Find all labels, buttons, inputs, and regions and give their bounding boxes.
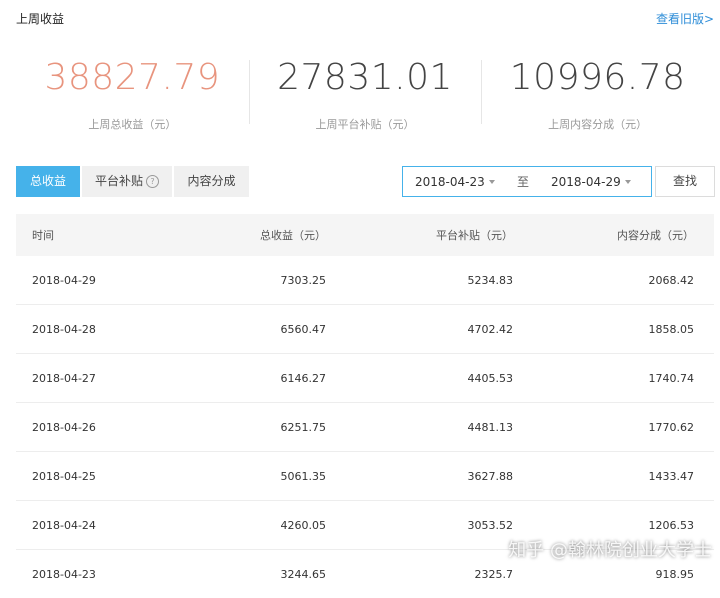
- cell-share: 1433.47: [648, 469, 695, 483]
- start-date-field[interactable]: 2018-04-23: [415, 175, 485, 189]
- help-icon[interactable]: ?: [146, 175, 159, 188]
- cell-subsidy: 4481.13: [467, 420, 514, 434]
- cell-total: 6560.47: [280, 322, 327, 336]
- cell-date: 2018-04-26: [32, 420, 96, 434]
- tab-platform-subsidy[interactable]: 平台补贴?: [82, 166, 172, 197]
- chevron-down-icon[interactable]: [625, 180, 631, 184]
- watermark: 知乎 @翰林院创业大学士: [508, 540, 712, 561]
- chevron-down-icon[interactable]: [489, 180, 495, 184]
- table-row: 2018-04-29 7303.25 5234.83 2068.42: [16, 256, 714, 305]
- cell-date: 2018-04-24: [32, 518, 96, 532]
- cell-total: 3244.65: [280, 567, 327, 581]
- cell-date: 2018-04-25: [32, 469, 96, 483]
- cell-subsidy: 3053.52: [467, 518, 514, 532]
- table-row: 2018-04-25 5061.35 3627.88 1433.47: [16, 452, 714, 501]
- column-header-subsidy: 平台补贴（元）: [436, 229, 513, 242]
- column-header-total: 总收益（元）: [260, 229, 326, 242]
- stat-total-income: 38827.79 上周总收益（元）: [16, 46, 249, 136]
- tab-label: 总收益: [29, 174, 66, 188]
- income-tabs: 总收益 平台补贴? 内容分成: [16, 166, 249, 197]
- column-header-date: 时间: [32, 229, 54, 242]
- cell-date: 2018-04-27: [32, 371, 96, 385]
- cell-subsidy: 2325.7: [474, 567, 514, 581]
- stat-value: 38827.79: [44, 57, 221, 98]
- stat-value: 27831.01: [277, 57, 453, 98]
- date-separator: 至: [517, 175, 530, 189]
- cell-subsidy: 4702.42: [467, 322, 514, 336]
- stat-label: 上周总收益（元）: [88, 118, 177, 131]
- table-row: 2018-04-28 6560.47 4702.42 1858.05: [16, 305, 714, 354]
- tab-total-income[interactable]: 总收益: [16, 166, 80, 197]
- cell-subsidy: 3627.88: [467, 469, 514, 483]
- cell-date: 2018-04-28: [32, 322, 96, 336]
- stat-content-share: 10996.78 上周内容分成（元）: [481, 46, 714, 136]
- date-range-picker[interactable]: 2018-04-23 至 2018-04-29: [402, 166, 652, 197]
- cell-total: 4260.05: [280, 518, 327, 532]
- table-header: 时间 总收益（元） 平台补贴（元） 内容分成（元）: [16, 214, 714, 256]
- stat-value: 10996.78: [509, 57, 686, 98]
- tab-label: 平台补贴: [94, 174, 143, 188]
- end-date-field[interactable]: 2018-04-29: [551, 175, 621, 189]
- table-row: 2018-04-26 6251.75 4481.13 1770.62: [16, 403, 714, 452]
- table-row: 2018-04-27 6146.27 4405.53 1740.74: [16, 354, 714, 403]
- cell-share: 1740.74: [648, 371, 695, 385]
- cell-date: 2018-04-29: [32, 273, 96, 287]
- cell-total: 5061.35: [280, 469, 327, 483]
- column-header-share: 内容分成（元）: [617, 229, 694, 242]
- summary-stats: 38827.79 上周总收益（元） 27831.01 上周平台补贴（元） 109…: [16, 46, 714, 136]
- stat-label: 上周平台补贴（元）: [315, 118, 415, 131]
- view-old-version-link[interactable]: 查看旧版>: [656, 10, 714, 27]
- search-button[interactable]: 查找: [655, 166, 715, 197]
- cell-subsidy: 5234.83: [467, 273, 514, 287]
- cell-share: 2068.42: [648, 273, 695, 287]
- stat-label: 上周内容分成（元）: [548, 118, 648, 131]
- page-title: 上周收益: [16, 12, 65, 26]
- cell-share: 1770.62: [648, 420, 695, 434]
- cell-total: 7303.25: [280, 273, 327, 287]
- cell-share: 918.95: [655, 567, 695, 581]
- cell-total: 6251.75: [280, 420, 327, 434]
- tab-content-share[interactable]: 内容分成: [174, 166, 249, 197]
- cell-subsidy: 4405.53: [467, 371, 514, 385]
- cell-share: 1858.05: [648, 322, 695, 336]
- stat-platform-subsidy: 27831.01 上周平台补贴（元）: [248, 46, 482, 136]
- cell-total: 6146.27: [280, 371, 327, 385]
- tab-label: 内容分成: [187, 174, 236, 188]
- cell-date: 2018-04-23: [32, 567, 96, 581]
- cell-share: 1206.53: [648, 518, 695, 532]
